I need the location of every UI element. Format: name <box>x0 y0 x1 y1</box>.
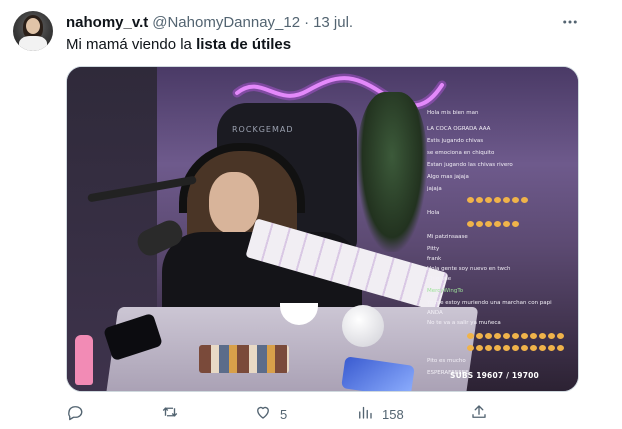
chat-username: MercyWingTo <box>427 288 464 294</box>
chat-line: Mi patzinsaase <box>427 233 468 241</box>
mini-items <box>199 345 289 373</box>
chat-line: Pito es mucho <box>427 357 466 365</box>
like-button[interactable]: 5 <box>254 402 287 426</box>
white-ball <box>342 305 384 347</box>
retweet-button[interactable] <box>161 402 187 426</box>
chat-line: Hola gente soy nuevo en twch <box>427 265 511 273</box>
chat-line: Estan jugando las chivas rivero <box>427 161 513 169</box>
chat-line: Estis jugando chivas <box>427 137 483 145</box>
chat-message: Algo mas jajaja <box>427 174 469 180</box>
chat-line: jajaja <box>427 185 442 193</box>
heart-icon <box>254 403 272 426</box>
chat-message: frank <box>427 256 442 262</box>
chair-brand-text: ROCKGEMAD <box>232 125 294 134</box>
tweet-text: Mi mamá viendo la lista de útiles <box>66 35 291 55</box>
user-handle[interactable]: @NahomyDannay_12 <box>152 14 300 31</box>
views-button[interactable]: 158 <box>356 402 404 426</box>
avatar-shirt <box>19 36 47 51</box>
emote-row <box>467 345 564 353</box>
chat-line: Hola <box>427 209 439 217</box>
chat-message: Mi patzinsaase <box>427 234 468 240</box>
chat-message: No te va a salir ya muñeca <box>427 320 501 326</box>
chat-message: Estan jugando las chivas rivero <box>427 162 513 168</box>
chat-message: ANDA <box>427 310 443 316</box>
chat-line: Hola mis bien man <box>427 109 479 117</box>
subs-counter: SUBS 19607 / 19700 <box>450 371 539 380</box>
chat-message: Chiqhale <box>427 276 452 282</box>
emote-row <box>467 333 564 341</box>
chat-message: Estis jugando chivas <box>427 138 484 144</box>
share-button[interactable] <box>470 402 488 426</box>
chat-message: Pito es mucho <box>427 358 466 364</box>
avatar-face <box>26 18 40 34</box>
chat-message: se emociona en chiquito <box>427 150 495 156</box>
chat-line: No te va a salir ya muñeca <box>427 319 501 327</box>
more-options-icon[interactable] <box>558 12 582 32</box>
emote-row <box>467 197 528 205</box>
chat-message: Hola <box>427 210 440 216</box>
views-chart-icon <box>356 403 374 426</box>
chat-line: Pitty <box>427 245 439 253</box>
chat-line: ANDA <box>427 309 443 317</box>
chat-line: Algo mas jajaja <box>427 173 469 181</box>
tweet-text-bold: lista de útiles <box>196 36 292 53</box>
retweet-icon <box>161 403 179 426</box>
share-icon <box>470 403 488 426</box>
reply-icon <box>66 403 84 426</box>
stream-chat-overlay: Hola mis bien man LA COCA OGRADA AAA Est… <box>427 99 577 391</box>
tweet-image[interactable]: ROCKGEMAD Hola mis bien man LA COCA OGRA… <box>66 66 579 392</box>
header-separator: · <box>304 13 310 31</box>
chat-line: Yo me estoy muriendo una marchan con pap… <box>427 299 552 307</box>
emote-row <box>467 221 519 229</box>
tweet-date[interactable]: 13 jul. <box>313 14 353 31</box>
avatar[interactable] <box>13 11 53 51</box>
view-count: 158 <box>382 406 404 422</box>
tweet-header: nahomy_v.t @NahomyDannay_12 · 13 jul. <box>66 12 353 32</box>
chat-message: Hola mis bien man <box>427 110 479 116</box>
chat-line: frank <box>427 255 441 263</box>
chat-line: LA COCA OGRADA AAA <box>427 125 490 133</box>
chat-message: jajaja <box>427 186 442 192</box>
chat-message: Pitty <box>427 246 440 252</box>
tweet-text-plain: Mi mamá viendo la <box>66 36 197 53</box>
tweet-actions: 5 158 <box>66 402 496 426</box>
pink-bottle <box>75 335 93 385</box>
chat-line: MercyWingTo <box>427 287 466 295</box>
like-count: 5 <box>280 406 288 422</box>
reply-button[interactable] <box>66 402 92 426</box>
display-name[interactable]: nahomy_v.t <box>66 14 148 31</box>
tweet-card[interactable]: nahomy_v.t @NahomyDannay_12 · 13 jul. Mi… <box>0 0 622 429</box>
chat-line: se emociona en chiquito <box>427 149 494 157</box>
chat-message: Hola gente soy nuevo en twch <box>427 266 511 272</box>
plant <box>357 92 427 252</box>
chat-line: Chiqhale <box>427 275 451 283</box>
chat-message: LA COCA OGRADA AAA <box>427 126 491 132</box>
chat-message: Yo me estoy muriendo una marchan con pap… <box>427 300 552 306</box>
